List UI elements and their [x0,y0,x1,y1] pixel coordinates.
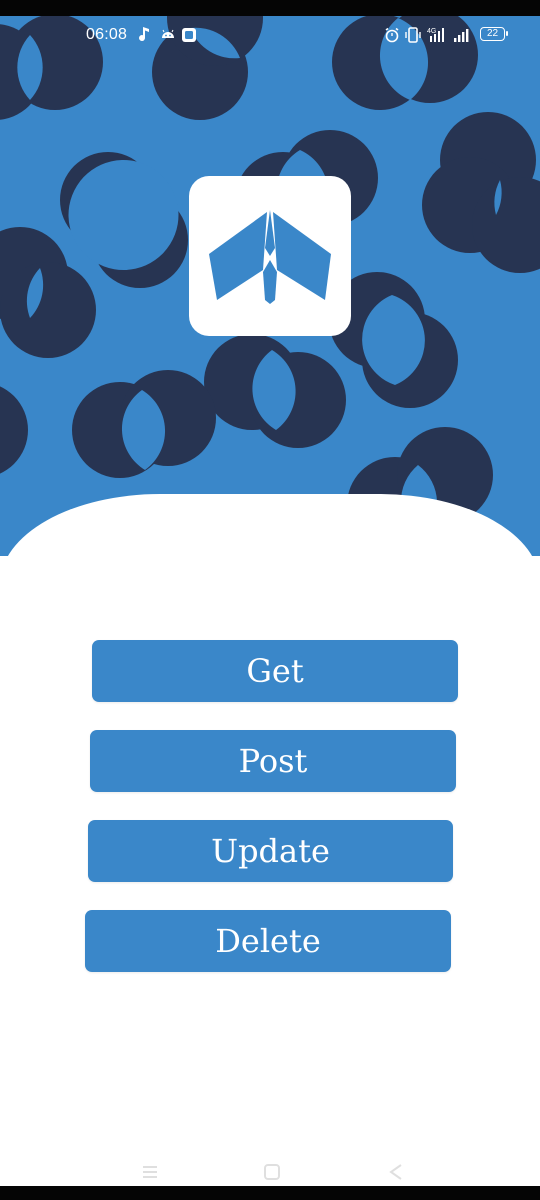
battery-icon: 22 [480,27,508,41]
alarm-icon [385,27,399,43]
square-app-icon [182,28,196,42]
paper-plane-logo-icon [209,210,331,304]
system-nav-bar [0,1150,540,1190]
get-button[interactable]: Get [92,640,458,702]
app-logo [189,176,351,336]
status-bar: 06:08 4G 22 [0,16,540,56]
signal-icon [454,29,469,42]
delete-button[interactable]: Delete [85,910,451,972]
menu-icon[interactable] [140,1162,160,1182]
signal-4g-icon: 4G [427,28,444,42]
top-notch-strip [0,0,540,16]
status-time: 06:08 [86,26,128,43]
home-icon[interactable] [262,1162,282,1182]
vibrate-icon [405,27,421,43]
post-button[interactable]: Post [90,730,456,792]
app-screen: 06:08 4G 22 Get Post Update Delete [0,0,540,1200]
back-icon[interactable] [386,1162,406,1182]
update-button[interactable]: Update [88,820,453,882]
music-note-icon [139,27,149,42]
bottom-strip [0,1186,540,1200]
android-icon [162,29,174,38]
network-type-label: 4G [427,28,436,35]
